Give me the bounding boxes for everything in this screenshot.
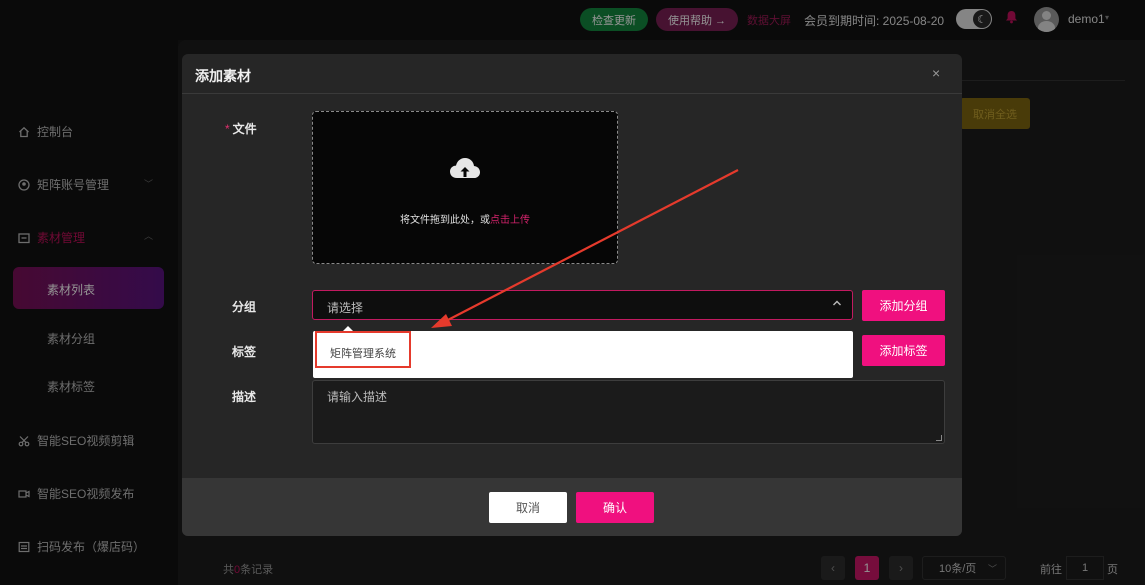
file-upload-dropzone[interactable]: 将文件拖到此处，或点击上传: [312, 111, 618, 264]
add-tag-button[interactable]: 添加标签: [862, 335, 945, 366]
add-group-button[interactable]: 添加分组: [862, 290, 945, 321]
group-select-placeholder: 请选择: [327, 301, 364, 315]
chevron-up-icon: [832, 297, 842, 311]
dialog-title: 添加素材: [195, 68, 251, 84]
description-textarea[interactable]: 请输入描述: [312, 380, 945, 444]
upload-hint: 将文件拖到此处，或点击上传: [400, 215, 530, 226]
description-placeholder: 请输入描述: [327, 390, 388, 404]
group-select[interactable]: 请选择: [312, 290, 853, 320]
resize-handle[interactable]: [936, 435, 942, 441]
cancel-button[interactable]: 取消: [489, 492, 567, 523]
close-icon[interactable]: ×: [932, 65, 940, 81]
cloud-upload-icon: [449, 156, 481, 185]
group-label: 分组: [232, 300, 257, 314]
file-label: * 文件: [225, 122, 257, 136]
tag-label: 标签: [232, 345, 257, 359]
annotation-highlight-box: [315, 331, 411, 368]
add-material-dialog: 添加素材 × * 文件 将文件拖到此处，或点击上传 分组 请选择 添加分组 标签 …: [182, 54, 962, 536]
dialog-header: 添加素材 ×: [182, 54, 962, 94]
confirm-button[interactable]: 确认: [576, 492, 654, 523]
click-upload-link[interactable]: 点击上传: [490, 215, 530, 226]
description-label: 描述: [232, 390, 257, 404]
dialog-footer: 取消 确认: [182, 478, 962, 536]
